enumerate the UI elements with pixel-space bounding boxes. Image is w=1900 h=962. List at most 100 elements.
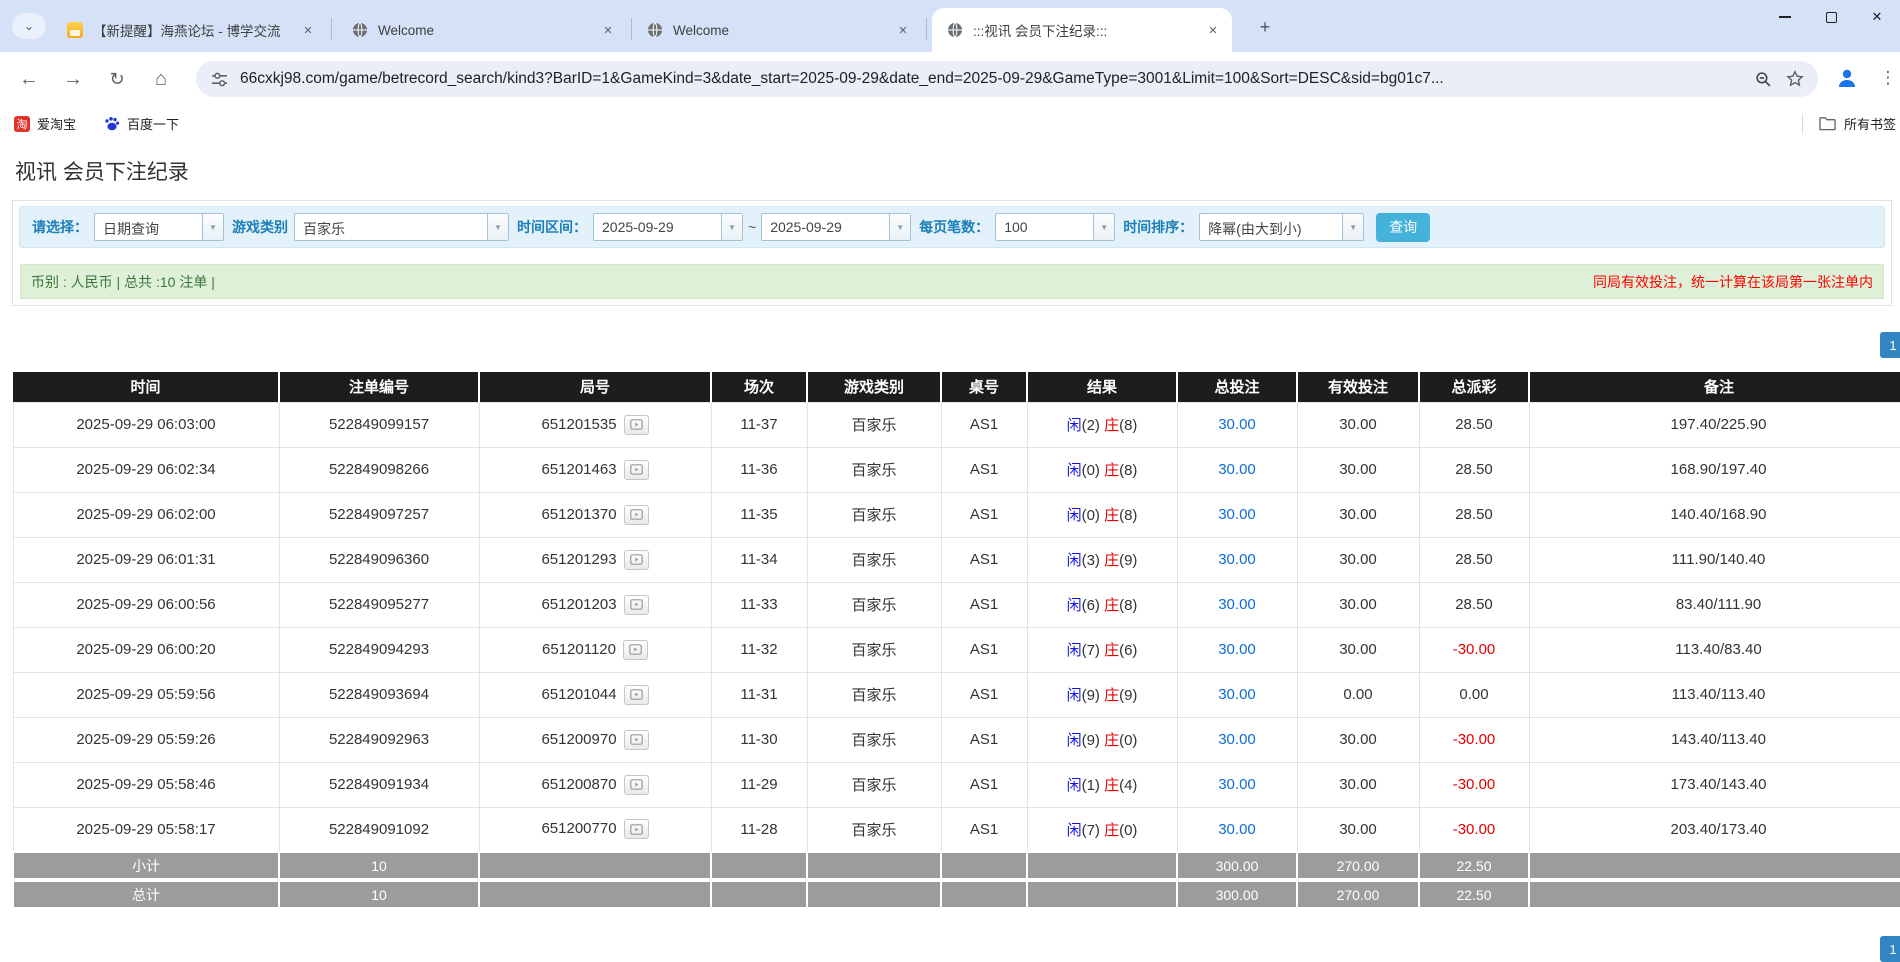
- round-replay-icon[interactable]: [623, 640, 648, 660]
- cell-note: 143.40/113.40: [1529, 717, 1900, 762]
- tab-close-icon[interactable]: ✕: [599, 21, 617, 39]
- round-replay-icon[interactable]: [624, 595, 649, 615]
- chevron-down-icon[interactable]: ▼: [1342, 214, 1363, 240]
- table-header-row: 时间 注单编号 局号 场次 游戏类别 桌号 结果 总投注 有效投注 总派彩 备注: [13, 372, 1900, 402]
- cell-round: 651201535: [479, 402, 711, 447]
- browser-menu-icon[interactable]: ⋮: [1878, 65, 1898, 91]
- profile-avatar-icon[interactable]: [1833, 64, 1861, 92]
- cell-payout: 28.50: [1419, 402, 1529, 447]
- pagination-page-1-top[interactable]: 1: [1880, 332, 1900, 358]
- date-start-select[interactable]: 2025-09-29 ▼: [593, 213, 743, 241]
- url-text[interactable]: 66cxkj98.com/game/betrecord_search/kind3…: [240, 70, 1742, 88]
- cell-total-bet[interactable]: 30.00: [1177, 762, 1297, 807]
- chevron-down-icon[interactable]: ▼: [721, 214, 742, 240]
- cell-result: 闲(2) 庄(8): [1027, 402, 1177, 447]
- sort-select[interactable]: 降幂(由大到小) ▼: [1199, 213, 1364, 241]
- cell-table-no: AS1: [941, 627, 1027, 672]
- cell-total-bet[interactable]: 30.00: [1177, 402, 1297, 447]
- cell-bet-id: 522849094293: [279, 627, 479, 672]
- cell-total-bet[interactable]: 30.00: [1177, 717, 1297, 762]
- browser-tab-forum[interactable]: 【新提醒】海燕论坛 - 博学交流 ✕: [52, 8, 327, 52]
- date-end-select[interactable]: 2025-09-29 ▼: [761, 213, 911, 241]
- game-kind-select[interactable]: 百家乐 ▼: [294, 213, 509, 241]
- zoom-level-icon[interactable]: [1752, 68, 1774, 90]
- cell-time: 2025-09-29 05:58:17: [13, 807, 279, 852]
- tab-close-icon[interactable]: ✕: [894, 21, 912, 39]
- chevron-down-icon[interactable]: ▼: [889, 214, 910, 240]
- round-replay-icon[interactable]: [624, 460, 649, 480]
- cell-game-type: 百家乐: [807, 402, 941, 447]
- chevron-down-icon[interactable]: ▼: [202, 214, 223, 240]
- tab-close-icon[interactable]: ✕: [1204, 21, 1222, 39]
- cell-payout: 0.00: [1419, 672, 1529, 717]
- date-start-value: 2025-09-29: [594, 214, 721, 240]
- result-player: 闲: [1067, 642, 1082, 659]
- subtotal-empty: [1529, 852, 1900, 880]
- cell-note: 197.40/225.90: [1529, 402, 1900, 447]
- cell-valid-bet: 30.00: [1297, 402, 1419, 447]
- cell-time: 2025-09-29 06:02:00: [13, 492, 279, 537]
- cell-valid-bet: 30.00: [1297, 537, 1419, 582]
- tab-search-chevron-icon[interactable]: ⌄: [12, 13, 46, 39]
- col-header-note: 备注: [1529, 372, 1900, 402]
- home-icon[interactable]: ⌂: [148, 66, 174, 92]
- cell-total-bet[interactable]: 30.00: [1177, 672, 1297, 717]
- site-settings-tune-icon[interactable]: [208, 68, 230, 90]
- cell-game-type: 百家乐: [807, 762, 941, 807]
- forward-icon[interactable]: →: [60, 66, 86, 92]
- search-button[interactable]: 查询: [1376, 213, 1430, 242]
- browser-tab-active-bet-records[interactable]: :::视讯 会员下注纪录::: ✕: [932, 8, 1232, 52]
- round-replay-icon[interactable]: [624, 550, 649, 570]
- cell-note: 113.40/83.40: [1529, 627, 1900, 672]
- cell-game-type: 百家乐: [807, 627, 941, 672]
- col-header-result: 结果: [1027, 372, 1177, 402]
- round-replay-icon[interactable]: [624, 415, 649, 435]
- chevron-down-icon[interactable]: ▼: [1093, 214, 1114, 240]
- cell-result: 闲(1) 庄(4): [1027, 762, 1177, 807]
- back-icon[interactable]: ←: [16, 66, 42, 92]
- result-player-score: (9): [1082, 732, 1105, 749]
- round-replay-icon[interactable]: [624, 685, 649, 705]
- window-close-button[interactable]: ✕: [1854, 0, 1900, 34]
- subtotal-valid-bet: 270.00: [1297, 852, 1419, 880]
- bookmark-star-icon[interactable]: [1784, 68, 1806, 90]
- cell-session: 11-31: [711, 672, 807, 717]
- chevron-down-icon[interactable]: ▼: [487, 214, 508, 240]
- round-replay-icon[interactable]: [624, 730, 649, 750]
- reload-icon[interactable]: ↻: [104, 66, 130, 92]
- result-banker: 庄: [1104, 507, 1119, 524]
- round-replay-icon[interactable]: [624, 505, 649, 525]
- cell-total-bet[interactable]: 30.00: [1177, 582, 1297, 627]
- browser-tab-welcome-1[interactable]: Welcome ✕: [337, 8, 627, 52]
- round-replay-icon[interactable]: [624, 819, 649, 839]
- tab-close-icon[interactable]: ✕: [299, 21, 317, 39]
- bookmarks-bar: 淘 爱淘宝 百度一下 所有书签: [0, 105, 1900, 142]
- per-page-select[interactable]: 100 ▼: [995, 213, 1115, 241]
- cell-total-bet[interactable]: 30.00: [1177, 807, 1297, 852]
- query-type-select[interactable]: 日期查询 ▼: [94, 213, 224, 241]
- pagination-page-1-bottom[interactable]: 1: [1880, 936, 1900, 962]
- cell-total-bet[interactable]: 30.00: [1177, 447, 1297, 492]
- table-row: 2025-09-29 06:03:00522849099157651201535…: [13, 402, 1900, 447]
- cell-total-bet[interactable]: 30.00: [1177, 537, 1297, 582]
- cell-note: 83.40/111.90: [1529, 582, 1900, 627]
- subtotal-label: 小计: [13, 852, 279, 880]
- address-bar[interactable]: 66cxkj98.com/game/betrecord_search/kind3…: [196, 61, 1818, 97]
- bookmark-taobao[interactable]: 淘 爱淘宝: [14, 114, 76, 133]
- folder-icon: [1819, 116, 1836, 131]
- cell-total-bet[interactable]: 30.00: [1177, 492, 1297, 537]
- window-maximize-button[interactable]: [1808, 0, 1854, 34]
- round-replay-icon[interactable]: [624, 775, 649, 795]
- result-banker: 庄: [1104, 687, 1119, 704]
- all-bookmarks-button[interactable]: 所有书签: [1819, 114, 1896, 133]
- window-minimize-button[interactable]: [1762, 0, 1808, 34]
- result-player-score: (2): [1082, 417, 1105, 434]
- range-tilde: ~: [748, 219, 756, 235]
- bookmark-baidu[interactable]: 百度一下: [104, 114, 179, 133]
- col-header-valid-bet: 有效投注: [1297, 372, 1419, 402]
- browser-tab-welcome-2[interactable]: Welcome ✕: [632, 8, 922, 52]
- cell-total-bet[interactable]: 30.00: [1177, 627, 1297, 672]
- cell-time: 2025-09-29 06:01:31: [13, 537, 279, 582]
- new-tab-button[interactable]: +: [1252, 14, 1278, 40]
- result-banker: 庄: [1104, 462, 1119, 479]
